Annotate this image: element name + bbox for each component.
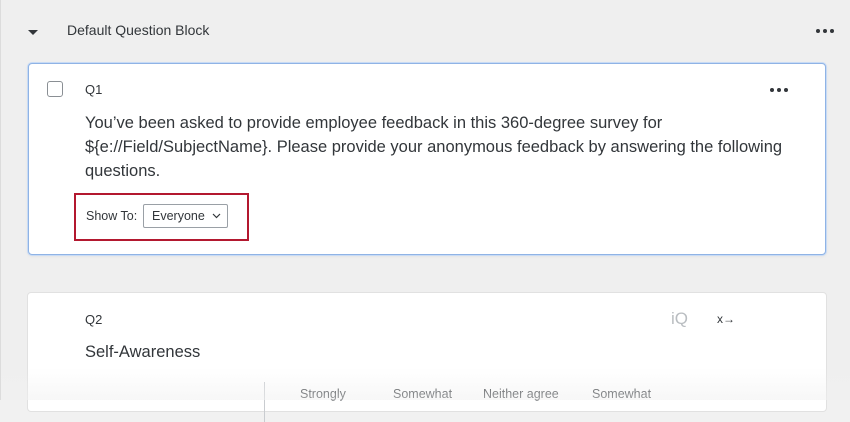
iq-icon[interactable]: iQ [671,309,688,329]
ellipsis-icon[interactable] [767,82,791,98]
matrix-divider [264,382,265,422]
caret-down-icon[interactable] [26,25,40,39]
question-card-q2[interactable]: Q2 iQ x→ Self-Awareness Strongly Somewha… [27,292,827,422]
block-title: Default Question Block [67,22,210,38]
question-card-q1[interactable]: Q1 You’ve been asked to provide employee… [28,63,826,255]
question-block: Default Question Block Q1 You’ve been as… [0,0,850,422]
highlight-box: Show To: Everyone [74,193,249,241]
question-number: Q2 [85,312,103,327]
question-text[interactable]: You’ve been asked to provide employee fe… [85,111,785,183]
question-select-checkbox[interactable] [47,81,63,97]
scale-header: Somewhat [592,387,652,401]
ellipsis-icon[interactable] [813,22,837,40]
show-to-value: Everyone [152,209,205,223]
show-to-label: Show To: [86,209,138,223]
chevron-down-icon [212,213,221,219]
show-to-dropdown[interactable]: Everyone [143,204,228,228]
block-header: Default Question Block [1,0,850,60]
question-text[interactable]: Self-Awareness [85,343,200,362]
x-arrow-icon[interactable]: x→ [717,312,735,326]
scale-header: Neither agree [483,387,559,401]
scale-header: Somewhat [393,387,453,401]
question-number: Q1 [85,82,103,97]
scale-header: Strongly [300,387,346,401]
